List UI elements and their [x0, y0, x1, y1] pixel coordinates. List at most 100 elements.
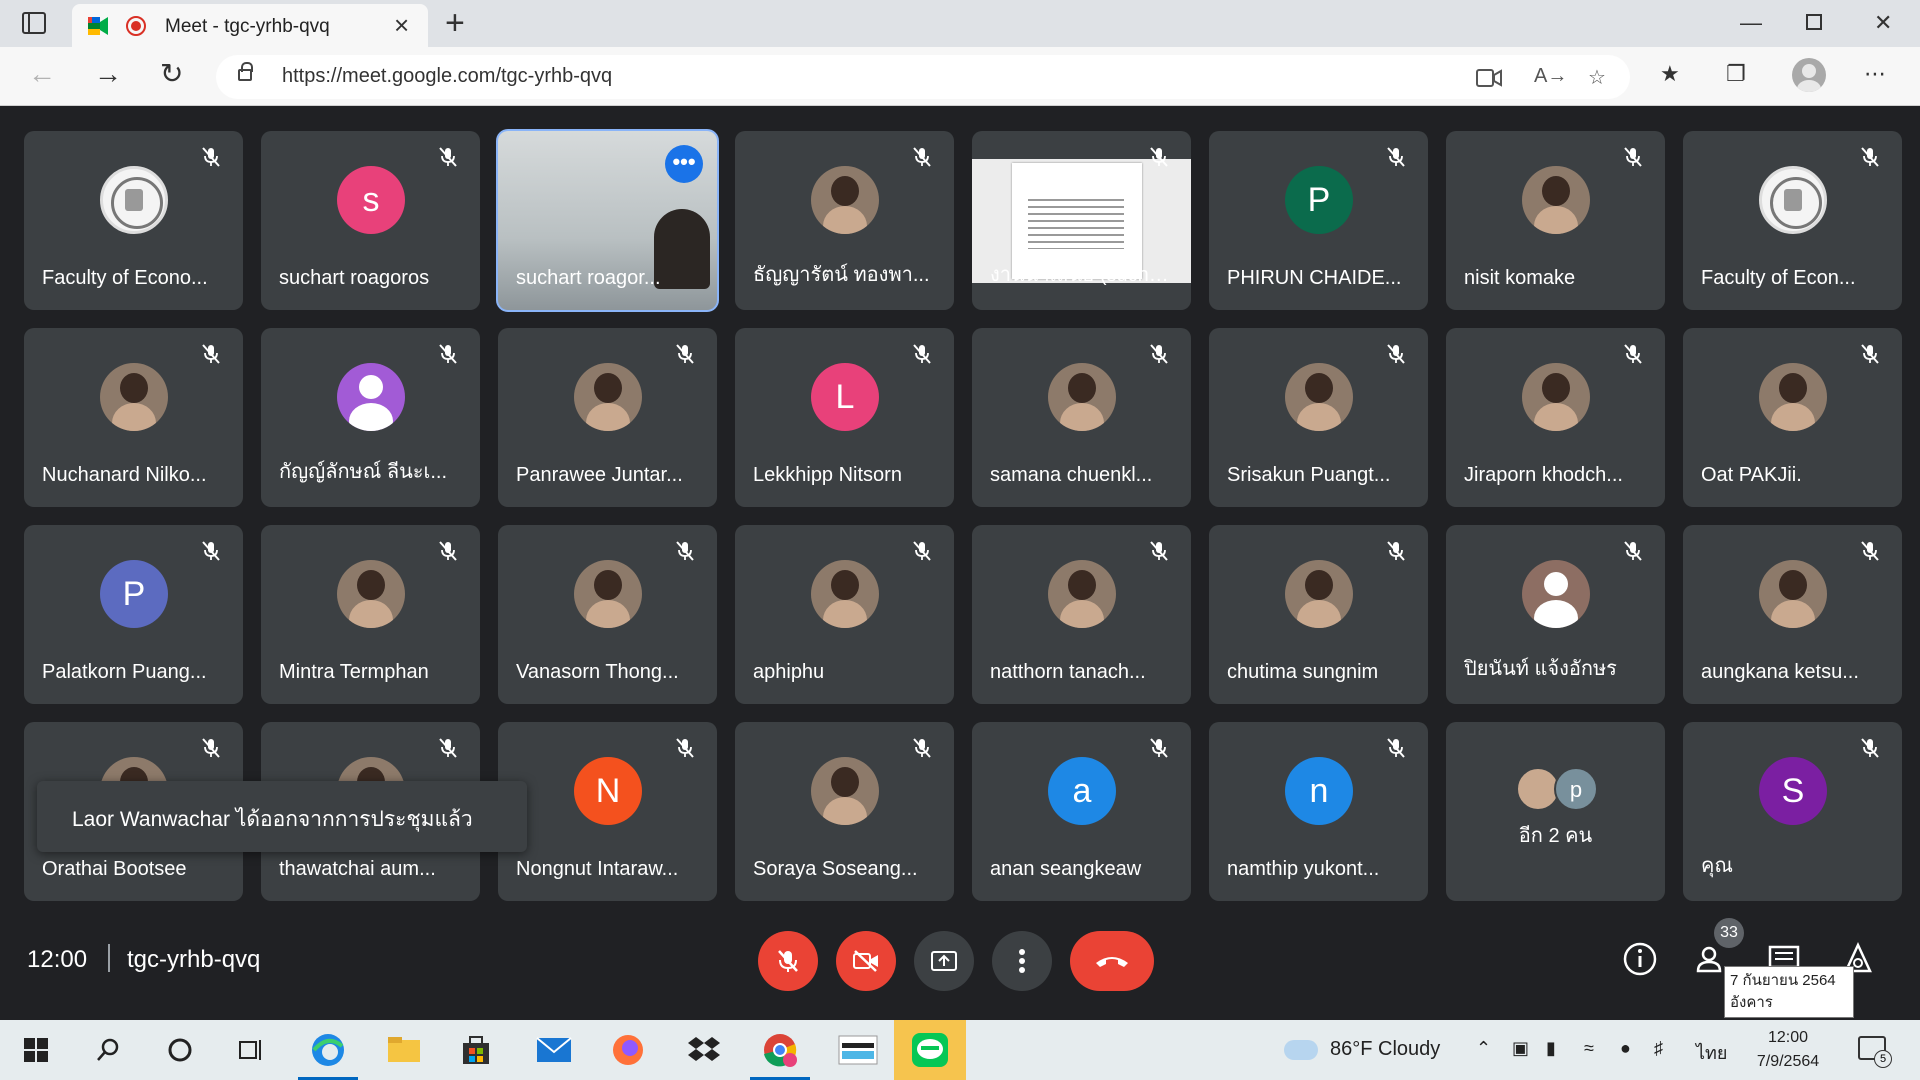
participant-tile[interactable]: Oat PAKJii. [1683, 328, 1902, 507]
participant-tile[interactable]: natthorn tanach... [972, 525, 1191, 704]
restore-icon[interactable] [1806, 14, 1822, 30]
more-options-button[interactable] [992, 931, 1052, 991]
participant-tile[interactable]: Srisakun Puangt... [1209, 328, 1428, 507]
edge-taskbar-icon[interactable] [298, 1030, 358, 1080]
avatar: P [100, 560, 168, 628]
new-tab-button[interactable]: + [445, 4, 465, 42]
camera-off-button[interactable] [836, 931, 896, 991]
address-bar[interactable]: https://meet.google.com/tgc-yrhb-qvq A→ … [216, 55, 1630, 99]
muted-mic-icon [1858, 539, 1882, 563]
muted-mic-icon [1147, 342, 1171, 366]
avatar [1285, 560, 1353, 628]
cortana-icon[interactable] [160, 1030, 200, 1070]
participant-tile[interactable]: P Palatkorn Puang... [24, 525, 243, 704]
profile-avatar[interactable] [1792, 58, 1826, 92]
participant-tile[interactable]: งานนำเสนอ (suchart roago... [972, 131, 1191, 310]
amazon-icon[interactable] [836, 1030, 880, 1070]
read-aloud-icon[interactable]: A→ [1534, 65, 1567, 88]
line-app-icon[interactable] [894, 1020, 966, 1080]
more-options-icon[interactable]: ⋯ [1864, 61, 1886, 87]
participant-tile[interactable]: Panrawee Juntar... [498, 328, 717, 507]
collections-icon[interactable]: ❐ [1726, 61, 1746, 87]
reload-icon[interactable]: ↻ [160, 59, 183, 89]
participant-tile[interactable]: aphiphu [735, 525, 954, 704]
participant-tile[interactable]: chutima sungnim [1209, 525, 1428, 704]
minimize-icon[interactable]: — [1740, 10, 1762, 36]
participant-tile[interactable]: Mintra Termphan [261, 525, 480, 704]
participant-name: suchart roagor... [516, 267, 661, 289]
add-favorite-icon[interactable]: ☆ [1588, 65, 1606, 90]
microphone-off-button[interactable] [758, 931, 818, 991]
participant-tile[interactable]: ธัญญารัตน์ ทองพา... [735, 131, 954, 310]
muted-mic-icon [1621, 342, 1645, 366]
windows-start-icon[interactable] [16, 1030, 56, 1070]
participant-tile[interactable]: n namthip yukont... [1209, 722, 1428, 901]
participant-name: Faculty of Econ... [1701, 267, 1856, 289]
participant-tile[interactable]: Nuchanard Nilko... [24, 328, 243, 507]
participant-tile[interactable]: N Nongnut Intaraw... [498, 722, 717, 901]
participant-tile[interactable]: ปิยนันท์ แจ้งอักษร [1446, 525, 1665, 704]
avatar [811, 166, 879, 234]
participant-tile[interactable]: P PHIRUN CHAIDE... [1209, 131, 1428, 310]
weather-cloud-icon[interactable] [1284, 1040, 1318, 1060]
participant-tile[interactable]: ••• suchart roagor... [496, 129, 719, 312]
chrome-icon[interactable] [750, 1030, 810, 1080]
participant-name: งานนำเสนอ (suchart roago... [990, 264, 1178, 286]
participant-name: Srisakun Puangt... [1227, 464, 1391, 486]
firefox-icon[interactable] [608, 1030, 648, 1070]
volume-icon[interactable]: ♯ [1654, 1038, 1663, 1059]
window-close-icon[interactable]: ✕ [1874, 10, 1892, 36]
avatar [811, 757, 879, 825]
taskbar-clock[interactable]: 12:00 7/9/2564 [1748, 1026, 1828, 1074]
task-view-icon[interactable] [232, 1030, 272, 1070]
participant-tile[interactable]: samana chuenkl... [972, 328, 1191, 507]
participant-tile[interactable]: กัญญ์ลักษณ์ ลีนะเ... [261, 328, 480, 507]
dropbox-icon[interactable] [684, 1030, 724, 1070]
participant-tile[interactable]: Faculty of Econo... [24, 131, 243, 310]
weather-text[interactable]: 86°F Cloudy [1330, 1038, 1440, 1061]
participant-tile[interactable]: S คุณ [1683, 722, 1902, 901]
participant-tile[interactable]: Soraya Soseang... [735, 722, 954, 901]
participant-tile[interactable]: L Lekkhipp Nitsorn [735, 328, 954, 507]
input-language[interactable]: ไทย [1696, 1038, 1727, 1067]
muted-mic-icon [199, 736, 223, 760]
participant-tile[interactable]: Jiraporn khodch... [1446, 328, 1665, 507]
present-screen-button[interactable] [914, 931, 974, 991]
action-center-icon[interactable]: 5 [1858, 1036, 1892, 1068]
back-icon[interactable]: ← [28, 59, 56, 89]
participant-tile[interactable]: s suchart roagoros [261, 131, 480, 310]
avatar [1048, 363, 1116, 431]
participant-tile[interactable]: Faculty of Econ... [1683, 131, 1902, 310]
meet-now-icon[interactable]: ▣ [1512, 1038, 1529, 1059]
avatar [1048, 560, 1116, 628]
favorites-icon[interactable]: ★ [1660, 61, 1680, 87]
battery-icon[interactable]: ▮ [1546, 1038, 1556, 1059]
camera-icon[interactable] [1476, 69, 1502, 87]
tab-title: Meet - tgc-yrhb-qvq [165, 16, 330, 37]
microphone-tray-icon[interactable]: ● [1620, 1038, 1631, 1059]
leave-call-button[interactable] [1070, 931, 1154, 991]
url-text[interactable]: https://meet.google.com/tgc-yrhb-qvq [282, 65, 612, 88]
tab-close-icon[interactable]: × [394, 11, 409, 39]
participant-tile[interactable]: a anan seangkeaw [972, 722, 1191, 901]
mail-icon[interactable] [534, 1030, 574, 1070]
tile-more-options-icon[interactable]: ••• [665, 145, 703, 183]
forward-icon[interactable]: → [94, 59, 122, 89]
participant-name: aphiphu [753, 661, 825, 683]
participant-tile[interactable]: nisit komake [1446, 131, 1665, 310]
search-icon[interactable] [88, 1030, 128, 1070]
file-explorer-icon[interactable] [384, 1030, 424, 1070]
participant-tile[interactable]: Vanasorn Thong... [498, 525, 717, 704]
browser-tab[interactable]: Meet - tgc-yrhb-qvq × [72, 4, 428, 47]
meeting-details-icon[interactable] [1622, 941, 1658, 977]
clock-date: 7/9/2564 [1756, 1053, 1820, 1070]
tab-actions-icon[interactable] [22, 12, 46, 34]
lock-icon[interactable] [238, 62, 253, 81]
wifi-icon[interactable]: ≈ [1584, 1038, 1594, 1059]
participant-tile[interactable]: p อีก 2 คน [1446, 722, 1665, 901]
show-hidden-icons-icon[interactable]: ⌃ [1476, 1038, 1491, 1059]
participant-tile[interactable]: aungkana ketsu... [1683, 525, 1902, 704]
browser-tab-strip: Meet - tgc-yrhb-qvq × + — ✕ [0, 0, 1920, 47]
participant-name: Soraya Soseang... [753, 858, 918, 880]
store-icon[interactable] [456, 1030, 496, 1070]
